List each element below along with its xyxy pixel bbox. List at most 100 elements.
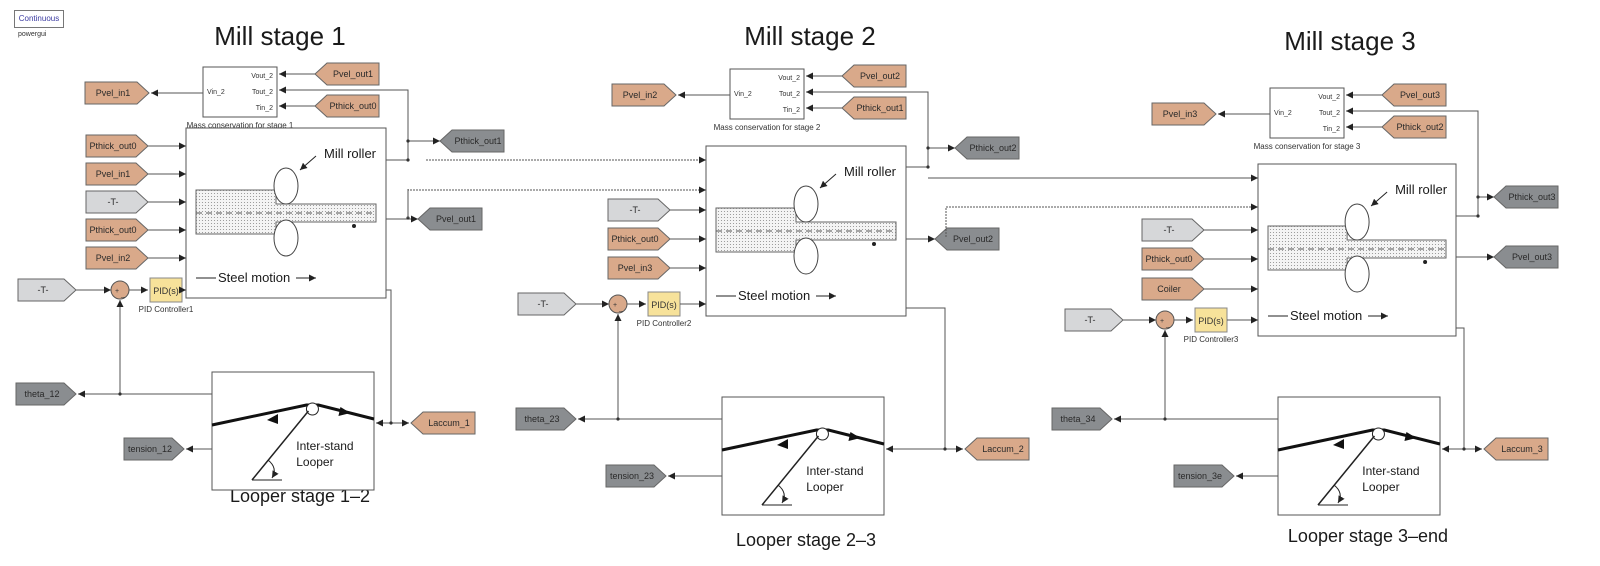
mill-input-tag[interactable]: -T- xyxy=(85,190,149,214)
looper-block[interactable]: Inter-stand Looper xyxy=(211,371,375,491)
output-tag[interactable]: Pvel_out1 xyxy=(417,207,483,231)
mill-roller-label: Mill roller xyxy=(324,146,377,161)
thick-out-line xyxy=(1456,193,1494,217)
output-tag[interactable]: Pvel_out3 xyxy=(1493,245,1559,269)
tag-label: tension_12 xyxy=(128,444,172,454)
tag-label: Coiler xyxy=(1157,284,1181,294)
pid-controller[interactable]: PID(s) PID Controller3 xyxy=(1184,307,1239,344)
mill-input-tag[interactable]: Pthick_out0 xyxy=(85,134,149,158)
output-tag[interactable]: Pthick_out3 xyxy=(1493,185,1559,209)
lower-roller xyxy=(273,219,299,257)
tag-label: theta_12 xyxy=(24,389,59,399)
mass-block-caption: Mass conservation for stage 2 xyxy=(714,123,821,132)
tag-label: tension_23 xyxy=(610,471,654,481)
tag-label: Pvel_out1 xyxy=(333,69,373,79)
port-tout2: Tout_2 xyxy=(1319,110,1340,117)
port-vin: Vin_2 xyxy=(1274,110,1292,117)
laccum-tag[interactable]: Laccum_1 xyxy=(410,411,476,435)
tag-label: Pthick_out1 xyxy=(454,136,501,146)
reference-tag[interactable]: -T- xyxy=(517,292,577,316)
output-tag[interactable]: Pthick_out1 xyxy=(439,129,505,153)
tag-label: Pvel_out3 xyxy=(1512,252,1552,262)
plus-sign: + xyxy=(1160,318,1164,325)
port-tout2: Tout_2 xyxy=(779,91,800,98)
minus-sign: _ xyxy=(120,291,125,298)
tag-label: Pthick_out0 xyxy=(89,225,136,235)
mill-to-laccum-line xyxy=(1456,327,1465,449)
upper-roller xyxy=(273,167,299,205)
branch-point xyxy=(118,392,122,396)
looper-roll xyxy=(305,402,319,416)
sum-block[interactable]: + _ xyxy=(608,294,628,314)
sum-circle xyxy=(1155,310,1175,330)
from-tag[interactable]: Pvel_out2 xyxy=(841,64,907,88)
tension-tag[interactable]: tension_3e xyxy=(1173,464,1235,488)
mill-block[interactable]: Mill roller Steel motion xyxy=(705,145,907,317)
theta-tag[interactable]: theta_23 xyxy=(515,407,577,431)
mill-input-tag[interactable]: Pthick_out0 xyxy=(1141,247,1205,271)
tag-label: Pthick_out0 xyxy=(611,234,658,244)
sum-block[interactable]: + _ xyxy=(110,280,130,300)
output-tag[interactable]: Pthick_out2 xyxy=(954,136,1020,160)
mill-input-tag[interactable]: Pvel_in1 xyxy=(85,162,149,186)
mill-input-tag[interactable]: Pthick_out0 xyxy=(607,227,671,251)
mass-conservation-block[interactable]: Vin_2Vout_2Tout_2Tin_2Mass conservation … xyxy=(714,68,821,132)
from-tag[interactable]: Pvel_out1 xyxy=(314,62,380,86)
goto-tag[interactable]: Pvel_in1 xyxy=(84,81,150,105)
mill-input-tag[interactable]: Pvel_in2 xyxy=(85,246,149,270)
branch-point xyxy=(926,165,930,169)
sum-block[interactable]: + _ xyxy=(1155,310,1175,330)
tag-label: Pvel_out2 xyxy=(953,234,993,244)
from-tag[interactable]: Pthick_out2 xyxy=(1381,115,1447,139)
mill-input-tag[interactable]: Coiler xyxy=(1141,277,1205,301)
tension-tag[interactable]: tension_23 xyxy=(605,464,667,488)
tag-label: theta_23 xyxy=(524,414,559,424)
tag-label: Pthick_out2 xyxy=(1396,122,1443,132)
output-tag[interactable]: Pvel_out2 xyxy=(934,227,1000,251)
port-vin: Vin_2 xyxy=(734,91,752,98)
mill-input-tag[interactable]: -T- xyxy=(1141,218,1205,242)
mill-to-laccum-line xyxy=(386,289,392,423)
strip-marker xyxy=(872,242,876,246)
mill-input-tag[interactable]: -T- xyxy=(607,198,671,222)
theta-tag[interactable]: theta_12 xyxy=(15,382,77,406)
from-tag[interactable]: Pthick_out1 xyxy=(841,96,907,120)
tension-tag[interactable]: tension_12 xyxy=(123,437,185,461)
port-vout2: Vout_2 xyxy=(1318,94,1340,101)
mill-block[interactable]: Mill roller Steel motion xyxy=(1257,163,1457,337)
laccum-tag[interactable]: Laccum_3 xyxy=(1483,437,1549,461)
goto-tag[interactable]: Pvel_in3 xyxy=(1151,102,1217,126)
mass-conservation-block[interactable]: Vin_2Vout_2Tout_2Tin_2Mass conservation … xyxy=(187,66,294,130)
mass-conservation-block[interactable]: Vin_2Vout_2Tout_2Tin_2Mass conservation … xyxy=(1254,87,1361,151)
minus-sign: _ xyxy=(618,305,623,312)
mill-input-tag[interactable]: Pvel_in3 xyxy=(607,256,671,280)
goto-tag[interactable]: Pvel_in2 xyxy=(611,83,677,107)
lower-roller xyxy=(1344,255,1370,293)
looper-block[interactable]: Inter-stand Looper xyxy=(721,396,885,516)
pid-controller[interactable]: PID(s) PID Controller2 xyxy=(637,291,692,328)
mill-input-tag[interactable]: Pthick_out0 xyxy=(85,218,149,242)
sum-circle xyxy=(110,280,130,300)
tag-label: -T- xyxy=(38,285,49,295)
tag-label: Laccum_1 xyxy=(428,418,470,428)
sum-circle xyxy=(608,294,628,314)
from-tag[interactable]: Pthick_out0 xyxy=(314,94,380,118)
tag-label: -T- xyxy=(1164,225,1175,235)
tag-label: Pthick_out3 xyxy=(1508,192,1555,202)
stage-title: Mill stage 1 xyxy=(214,21,346,51)
theta-tag[interactable]: theta_34 xyxy=(1051,407,1113,431)
mass-block-caption: Mass conservation for stage 3 xyxy=(1254,142,1361,151)
looper-block[interactable]: Inter-stand Looper xyxy=(1277,396,1441,516)
mill-block[interactable]: Mill roller Steel motion xyxy=(185,127,387,299)
branch-point xyxy=(1476,195,1480,199)
port-vin: Vin_2 xyxy=(207,89,225,96)
laccum-tag[interactable]: Laccum_2 xyxy=(964,437,1030,461)
reference-tag[interactable]: -T- xyxy=(17,278,77,302)
steel-motion-label: Steel motion xyxy=(218,270,290,285)
branch-point xyxy=(943,447,947,451)
tag-label: tension_3e xyxy=(1178,471,1222,481)
from-tag[interactable]: Pvel_out3 xyxy=(1381,83,1447,107)
reference-tag[interactable]: -T- xyxy=(1064,308,1124,332)
stage-title: Mill stage 3 xyxy=(1284,26,1416,56)
tag-label: Pthick_out2 xyxy=(969,143,1016,153)
